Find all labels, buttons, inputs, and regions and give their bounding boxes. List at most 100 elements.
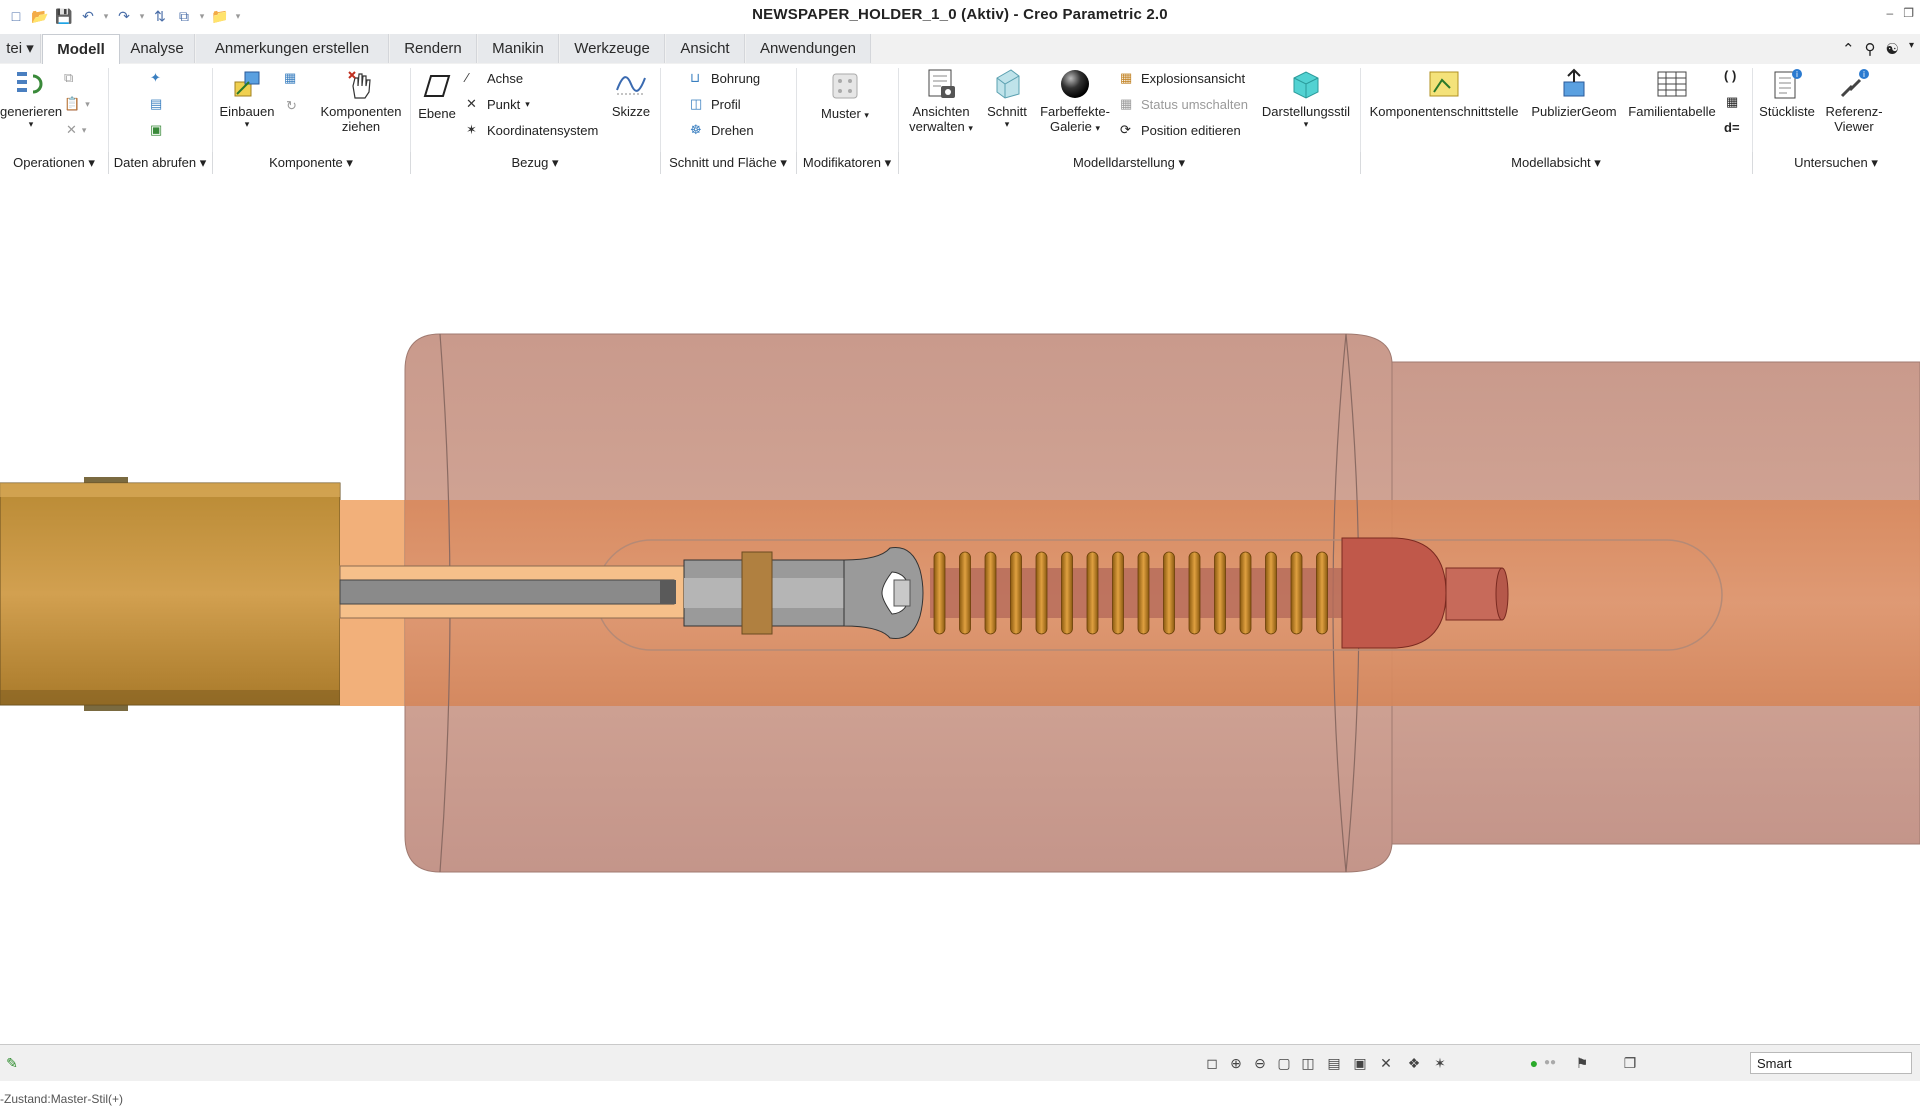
group-modellabsicht[interactable]: Modellabsicht ▾	[1360, 152, 1753, 174]
regenerate-button[interactable]: generieren ▾	[0, 68, 62, 130]
spring-coil	[1239, 551, 1252, 635]
spin-center-icon[interactable]: ✶	[1430, 1053, 1450, 1073]
tab-analyse[interactable]: Analyse	[120, 34, 195, 63]
plane-icon	[423, 75, 451, 97]
help-icon[interactable]: ☯	[1886, 40, 1899, 58]
annotation-display-icon[interactable]: ❖	[1404, 1053, 1424, 1073]
muster-button[interactable]: Muster ▾	[800, 70, 890, 121]
profil-button[interactable]: ◫ Profil	[690, 96, 741, 112]
clevis[interactable]	[683, 546, 924, 640]
publiziergeom-button[interactable]: PublizierGeom	[1526, 68, 1622, 119]
shrinkwrap-icon[interactable]: ▣	[150, 122, 162, 138]
spring-coil	[1188, 551, 1201, 635]
tab-modell[interactable]: Modell	[42, 34, 120, 66]
position-editieren-button[interactable]: ⟳ Position editieren	[1120, 122, 1241, 138]
group-operationen[interactable]: Operationen ▾	[0, 152, 109, 174]
svg-text:i: i	[1796, 70, 1798, 79]
reference-viewer-icon: i	[1840, 69, 1869, 98]
tab-anwendungen[interactable]: Anwendungen	[746, 34, 871, 63]
view-manager-icon[interactable]: ▣	[1350, 1053, 1370, 1073]
dropdown-arrow-icon: ▾	[28, 119, 34, 129]
bill-of-materials-icon: i	[1774, 69, 1802, 99]
display-style-icon	[1293, 71, 1319, 99]
explosionsansicht-button[interactable]: ▦ Explosionsansicht	[1120, 70, 1245, 86]
slider-tab-top	[84, 477, 128, 483]
punkt-button[interactable]: ✕ Punkt ▾	[466, 96, 530, 112]
rod[interactable]	[339, 579, 675, 605]
dropdown-arrow-icon: ▾	[1004, 119, 1010, 129]
delete-icon[interactable]: ✕ ▾	[66, 122, 86, 138]
koordinatensystem-button[interactable]: ✶ Koordinatensystem	[466, 122, 598, 138]
schnitt-button[interactable]: Schnitt ▾	[982, 68, 1032, 130]
toggle-state-icon: ▦	[1120, 96, 1133, 111]
komponenten-ziehen-button[interactable]: Komponenten ziehen	[314, 68, 408, 134]
zoom-out-icon[interactable]: ⊖	[1250, 1053, 1270, 1073]
familientabelle-button[interactable]: Familientabelle	[1624, 68, 1720, 119]
spring-coil	[1035, 551, 1048, 635]
drehen-button[interactable]: ☸ Drehen	[690, 122, 754, 138]
window-controls: – ❐	[1887, 6, 1914, 20]
group-modifikatoren[interactable]: Modifikatoren ▾	[796, 152, 899, 174]
group-modelldarstellung[interactable]: Modelldarstellung ▾	[898, 152, 1361, 174]
svg-text:i: i	[1863, 70, 1865, 79]
stueckliste-button[interactable]: i Stückliste	[1754, 68, 1820, 119]
komponentenschnittstelle-button[interactable]: Komponentenschnittstelle	[1364, 68, 1524, 119]
switch-dimensions-icon[interactable]: d=	[1724, 120, 1740, 135]
assemble-icon	[234, 71, 260, 97]
parameters-icon[interactable]: ▦	[1726, 94, 1738, 110]
group-komponente[interactable]: Komponente ▾	[212, 152, 411, 174]
repaint-icon[interactable]: ▢	[1274, 1053, 1294, 1073]
relations-icon[interactable]: ( )	[1724, 68, 1736, 83]
restore-icon[interactable]: ❐	[1903, 6, 1914, 20]
find-icon[interactable]: ⚑	[1572, 1053, 1592, 1073]
refit-icon[interactable]: ◻	[1202, 1053, 1222, 1073]
merge-icon[interactable]: ▤	[150, 96, 162, 112]
tab-datei[interactable]: tei ▾	[0, 34, 41, 63]
group-untersuchen[interactable]: Untersuchen ▾	[1752, 152, 1920, 174]
saved-views-icon[interactable]: ▤	[1324, 1053, 1344, 1073]
status-umschalten-button[interactable]: ▦ Status umschalten	[1120, 96, 1248, 112]
3d-box-icon[interactable]: ❐	[1620, 1053, 1640, 1073]
tab-werkzeuge[interactable]: Werkzeuge	[560, 34, 665, 63]
zoom-in-icon[interactable]: ⊕	[1226, 1053, 1246, 1073]
ansichten-verwalten-button[interactable]: Ansichten verwalten ▾	[900, 68, 982, 134]
view-manager-icon	[928, 69, 955, 98]
revolve-icon: ☸	[690, 122, 702, 137]
slider-part[interactable]	[0, 477, 341, 711]
bohrung-button[interactable]: ⊔ Bohrung	[690, 70, 760, 86]
repeat-icon[interactable]: ↻	[286, 98, 297, 114]
copy-geom-icon[interactable]: ✦	[150, 70, 161, 86]
achse-button[interactable]: ∕ Achse	[466, 70, 523, 86]
tab-ansicht[interactable]: Ansicht	[666, 34, 745, 63]
minimize-icon[interactable]: –	[1887, 6, 1894, 20]
skizze-button[interactable]: Skizze	[604, 68, 658, 119]
tab-anmerkungen[interactable]: Anmerkungen erstellen	[196, 34, 389, 63]
ebene-button[interactable]: Ebene	[412, 70, 462, 121]
tab-rendern[interactable]: Rendern	[390, 34, 477, 63]
group-bezug[interactable]: Bezug ▾	[410, 152, 661, 174]
farbeffekte-galerie-button[interactable]: Farbeffekte- Galerie ▾	[1032, 68, 1118, 134]
graphics-viewport[interactable]: -Zustand:Master-Stil(+)	[0, 176, 1920, 1106]
referenz-viewer-button[interactable]: i Referenz- Viewer	[1822, 68, 1886, 134]
collapse-ribbon-icon[interactable]: ⌃	[1842, 40, 1855, 58]
group-schnitt-und-flaeche[interactable]: Schnitt und Fläche ▾	[660, 152, 797, 174]
copy-icon[interactable]: ⧉	[64, 70, 73, 86]
display-style-icon[interactable]: ◫	[1298, 1053, 1318, 1073]
message-icon[interactable]: ✎	[2, 1053, 22, 1073]
regenerate-icon	[17, 72, 43, 94]
create-component-icon[interactable]: ▦	[284, 70, 296, 86]
spring-coil	[984, 551, 997, 635]
publish-geom-icon	[1563, 68, 1585, 97]
spring-coil	[1112, 551, 1124, 635]
datum-display-icon[interactable]: ✕	[1376, 1053, 1396, 1073]
spring-coil	[959, 551, 971, 635]
search-icon[interactable]: ⚲	[1865, 40, 1876, 58]
group-daten-abrufen[interactable]: Daten abrufen ▾	[108, 152, 213, 174]
dropdown-arrow-icon[interactable]: ▾	[1909, 40, 1914, 58]
selection-filter[interactable]: Smart	[1750, 1052, 1912, 1074]
einbauen-button[interactable]: Einbauen ▾	[214, 68, 280, 130]
tab-manikin[interactable]: Manikin	[478, 34, 559, 63]
darstellungsstil-button[interactable]: Darstellungsstil ▾	[1254, 68, 1358, 130]
point-icon: ✕	[466, 96, 477, 111]
paste-icon[interactable]: 📋 ▾	[64, 96, 90, 112]
